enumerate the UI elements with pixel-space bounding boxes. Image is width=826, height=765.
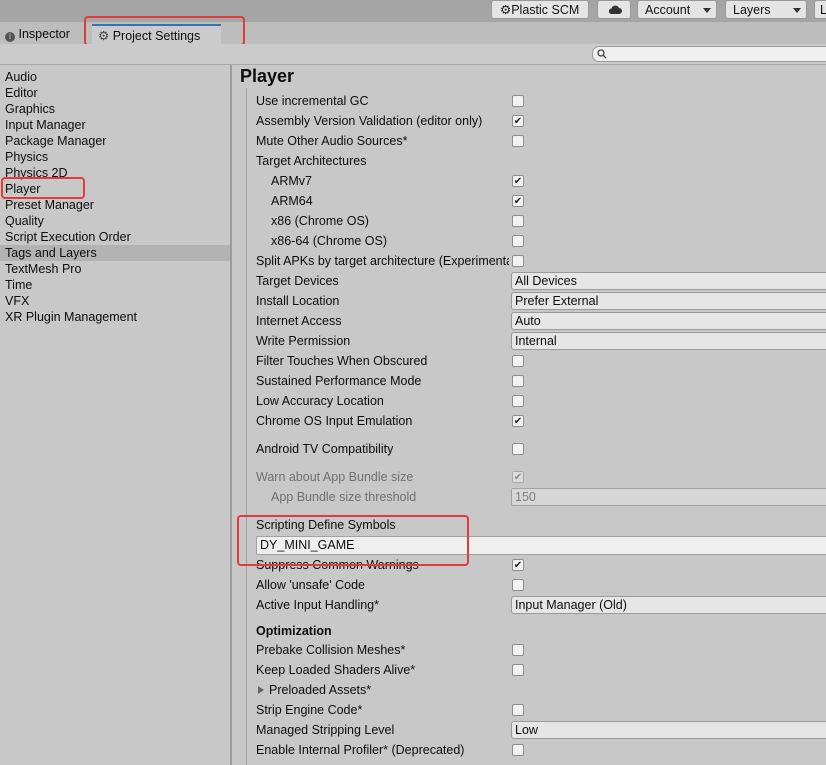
install-location-dropdown[interactable]: Prefer External (511, 292, 826, 310)
sustained-performance-checkbox[interactable] (512, 375, 524, 387)
search-input[interactable] (592, 46, 826, 62)
row-label: Chrome OS Input Emulation (256, 414, 413, 428)
x86-64-checkbox[interactable] (512, 235, 524, 247)
row-label: Mute Other Audio Sources* (256, 134, 408, 148)
sidebar-item-vfx[interactable]: VFX (5, 293, 29, 309)
row-label: x86 (Chrome OS) (271, 214, 369, 228)
split-apks-checkbox[interactable] (512, 255, 524, 267)
chevron-down-icon (703, 8, 711, 13)
filter-touches-checkbox[interactable] (512, 355, 524, 367)
x86-checkbox[interactable] (512, 215, 524, 227)
sidebar-item-audio[interactable]: Audio (5, 69, 37, 85)
write-permission-dropdown[interactable]: Internal (511, 332, 826, 350)
sidebar-item-textmesh-pro[interactable]: TextMesh Pro (5, 261, 81, 277)
section-heading-optimization: Optimization (256, 624, 332, 638)
account-dropdown[interactable]: Account (637, 0, 717, 19)
search-icon (597, 49, 607, 59)
account-label: Account (645, 3, 691, 17)
row-label: Write Permission (256, 334, 351, 348)
sidebar-item-input-manager[interactable]: Input Manager (5, 117, 86, 133)
row-label: Managed Stripping Level (256, 723, 395, 737)
row-label: Enable Internal Profiler* (Deprecated) (256, 743, 465, 757)
app-bundle-size-threshold-field: 150 (511, 488, 826, 506)
info-icon: i (5, 32, 15, 42)
warn-app-bundle-size-checkbox: ✔ (512, 471, 524, 483)
keep-loaded-shaders-checkbox[interactable] (512, 664, 524, 676)
sidebar-item-preset-manager[interactable]: Preset Manager (5, 197, 94, 213)
sidebar-item-graphics[interactable]: Graphics (5, 101, 55, 117)
layers-dropdown[interactable]: Layers (725, 0, 807, 19)
sidebar-item-script-execution-order[interactable]: Script Execution Order (5, 229, 131, 245)
android-tv-compatibility-checkbox[interactable] (512, 443, 524, 455)
sidebar-item-quality[interactable]: Quality (5, 213, 44, 229)
row-label: Target Devices (256, 274, 339, 288)
row-label: Low Accuracy Location (256, 394, 384, 408)
suppress-common-warnings-checkbox[interactable]: ✔ (512, 559, 524, 571)
arm64-checkbox[interactable]: ✔ (512, 195, 524, 207)
allow-unsafe-code-checkbox[interactable] (512, 579, 524, 591)
managed-stripping-level-dropdown[interactable]: Low (511, 721, 826, 739)
row-label: Internet Access (256, 314, 342, 328)
row-label: Strip Engine Code* (256, 703, 363, 717)
enable-internal-profiler-checkbox[interactable] (512, 744, 524, 756)
row-label: ARM64 (271, 194, 313, 208)
cloud-icon (608, 5, 622, 14)
row-label: Active Input Handling* (256, 598, 379, 612)
internet-access-dropdown[interactable]: Auto (511, 312, 826, 330)
highlight-player-item (1, 177, 85, 199)
sidebar-item-physics[interactable]: Physics (5, 149, 48, 165)
strip-engine-code-checkbox[interactable] (512, 704, 524, 716)
sidebar-item-time[interactable]: Time (5, 277, 32, 293)
plastic-scm-icon: ⚙ (500, 3, 512, 17)
plastic-scm-label: Plastic SCM (511, 3, 580, 17)
indent-guide (246, 88, 247, 765)
target-devices-dropdown[interactable]: All Devices (511, 272, 826, 290)
tab-inspector[interactable]: i Inspector (5, 24, 87, 44)
sidebar-item-package-manager[interactable]: Package Manager (5, 133, 106, 149)
row-label: Filter Touches When Obscured (256, 354, 428, 368)
layers-label: Layers (733, 3, 771, 17)
chevron-down-icon (793, 8, 801, 13)
plastic-scm-button[interactable]: ⚙Plastic SCM (491, 0, 589, 19)
armv7-checkbox[interactable]: ✔ (512, 175, 524, 187)
section-label: Target Architectures (256, 154, 367, 168)
row-label: Sustained Performance Mode (256, 374, 422, 388)
prebake-collision-meshes-checkbox[interactable] (512, 644, 524, 656)
row-label: Use incremental GC (256, 94, 369, 108)
highlight-project-settings-tab (84, 16, 245, 46)
row-label: Assembly Version Validation (editor only… (256, 114, 483, 128)
tab-inspector-label: Inspector (18, 27, 70, 41)
row-label: Split APKs by target architecture (Exper… (256, 254, 509, 268)
active-input-handling-dropdown[interactable]: Input Manager (Old) (511, 596, 826, 614)
row-label: Allow 'unsafe' Code (256, 578, 366, 592)
low-accuracy-location-checkbox[interactable] (512, 395, 524, 407)
cloud-button[interactable] (597, 0, 631, 19)
row-label: Android TV Compatibility (256, 442, 394, 456)
layout-dropdown[interactable]: L (814, 0, 826, 19)
row-label: Install Location (256, 294, 340, 308)
settings-sidebar: Audio Editor Graphics Input Manager Pack… (0, 65, 230, 765)
sidebar-item-xr-plugin-management[interactable]: XR Plugin Management (5, 309, 137, 325)
row-label: Prebake Collision Meshes* (256, 643, 406, 657)
row-label: Preloaded Assets* (269, 683, 372, 697)
assembly-version-validation-checkbox[interactable]: ✔ (512, 115, 524, 127)
layout-label: L (820, 3, 826, 17)
row-label: ARMv7 (271, 174, 312, 188)
foldout-arrow-icon (258, 686, 264, 694)
row-label: Keep Loaded Shaders Alive* (256, 663, 416, 677)
search-row (0, 44, 826, 65)
use-incremental-gc-checkbox[interactable] (512, 95, 524, 107)
row-label: Warn about App Bundle size (256, 470, 414, 484)
row-label: x86-64 (Chrome OS) (271, 234, 388, 248)
sidebar-item-tags-and-layers[interactable]: Tags and Layers (5, 245, 97, 261)
sidebar-item-editor[interactable]: Editor (5, 85, 38, 101)
chrome-os-input-emulation-checkbox[interactable]: ✔ (512, 415, 524, 427)
row-label: App Bundle size threshold (271, 490, 417, 504)
mute-other-audio-checkbox[interactable] (512, 135, 524, 147)
page-title: Player (240, 66, 295, 86)
highlight-scripting-define-symbols (237, 515, 469, 566)
